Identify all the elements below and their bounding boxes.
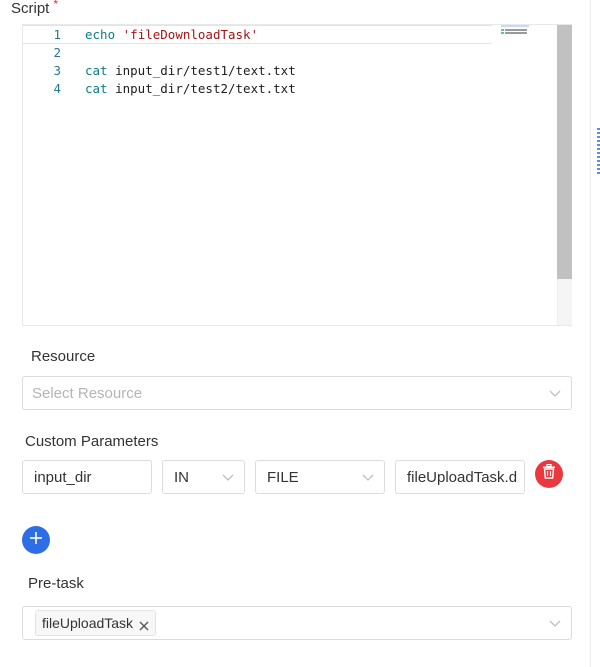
editor-minimap[interactable] (501, 25, 531, 35)
plus-icon (29, 531, 43, 550)
script-label-text: Script (11, 0, 50, 17)
pre-task-tag-label: fileUploadTask (42, 615, 134, 631)
required-mark: * (53, 0, 59, 11)
add-parameter-button[interactable] (22, 526, 50, 554)
code-keyword: cat (85, 81, 108, 96)
custom-parameters-label: Custom Parameters (25, 433, 159, 450)
chevron-down-icon (362, 472, 374, 482)
param-value-text: fileUploadTask.d (407, 468, 518, 486)
code-text[interactable]: echo 'fileDownloadTask' (85, 26, 258, 44)
code-keyword: echo (85, 27, 116, 42)
editor-scrollbar-thumb[interactable] (557, 25, 572, 279)
param-direction-value: IN (174, 468, 189, 486)
param-name-value: input_dir (34, 468, 92, 486)
task-form: Script * 1 echo 'fileDownloadTask' 2 3 ca… (0, 0, 600, 667)
minimap-line (501, 32, 504, 34)
panel-edge (590, 0, 591, 667)
code-text[interactable]: cat input_dir/test2/text.txt (85, 80, 296, 98)
line-number: 2 (53, 45, 61, 60)
pre-task-label: Pre-task (28, 575, 84, 592)
line-number: 3 (53, 63, 61, 78)
param-type-value: FILE (267, 468, 299, 486)
code-text[interactable]: cat input_dir/test1/text.txt (85, 62, 296, 80)
close-icon[interactable] (139, 618, 149, 631)
param-value-input[interactable]: fileUploadTask.d (395, 460, 525, 494)
chevron-down-icon (222, 472, 234, 482)
chevron-down-icon (549, 388, 561, 398)
param-name-input[interactable]: input_dir (22, 460, 152, 494)
minimap-line (505, 32, 527, 34)
line-number: 4 (53, 81, 61, 96)
trash-icon (542, 463, 556, 484)
resource-placeholder: Select Resource (32, 384, 143, 402)
code-args: input_dir/test2/text.txt (115, 81, 296, 96)
code-args: input_dir/test1/text.txt (115, 63, 296, 78)
code-string: 'fileDownloadTask' (122, 27, 259, 42)
chevron-down-icon (549, 618, 561, 628)
minimap-line (501, 25, 529, 27)
pre-task-tag: fileUploadTask (35, 610, 157, 636)
script-editor[interactable]: 1 echo 'fileDownloadTask' 2 3 cat input_… (22, 24, 572, 326)
delete-parameter-button[interactable] (535, 460, 563, 488)
minimap-line (501, 29, 504, 31)
resource-label: Resource (31, 348, 96, 365)
code-keyword: cat (85, 63, 108, 78)
script-label: Script * (11, 0, 58, 17)
line-number: 1 (53, 27, 61, 42)
param-type-select[interactable]: FILE (255, 460, 385, 494)
resource-select[interactable]: Select Resource (22, 376, 572, 410)
minimap-line (505, 29, 527, 31)
param-direction-select[interactable]: IN (162, 460, 245, 494)
